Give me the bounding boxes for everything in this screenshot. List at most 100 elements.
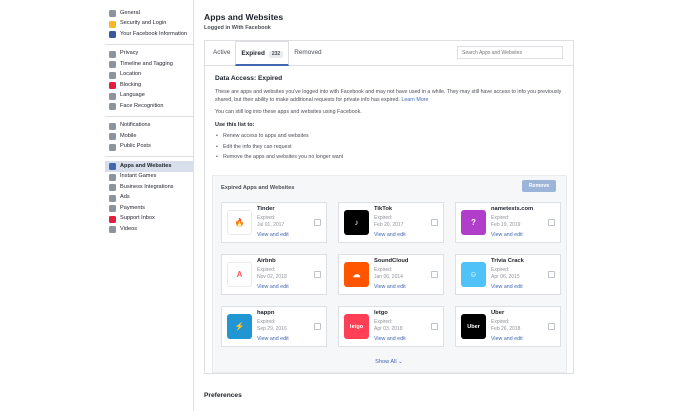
remove-button[interactable]: Remove (522, 180, 556, 192)
search-apps-input[interactable] (457, 46, 563, 59)
info-paragraph-2: You can still log into these apps and we… (215, 109, 362, 115)
select-checkbox[interactable] (431, 323, 438, 330)
apps-icon (109, 163, 116, 170)
app-card[interactable]: ☁ SoundCloud Expired: Jan 06, 2014 View and … (338, 254, 444, 295)
expired-date: Apr 06, 2015 (491, 274, 520, 280)
sidebar-item-videos[interactable]: Videos (105, 224, 193, 235)
select-checkbox[interactable] (548, 219, 555, 226)
timeline-icon (109, 61, 116, 68)
facebook-icon (109, 31, 116, 38)
sidebar-item-label: Blocking (120, 81, 142, 88)
tab-expired-label: Expired (241, 50, 265, 57)
sidebar-item-apps-and-websites[interactable]: Apps and Websites (105, 161, 193, 172)
support-icon (109, 215, 116, 223)
app-name: happn (257, 310, 275, 316)
view-and-edit-link[interactable]: View and edit (374, 336, 406, 342)
main-header: Apps and Websites Logged in With Faceboo… (204, 12, 574, 31)
airbnb-icon: A (227, 262, 252, 287)
view-and-edit-link[interactable]: View and edit (374, 284, 406, 290)
language-icon (109, 92, 116, 100)
sidebar-item-public-posts[interactable]: Public Posts (105, 142, 193, 153)
sidebar-item-language[interactable]: Language (105, 91, 193, 102)
info-section: Data Access: Expired These are apps and … (205, 66, 573, 163)
tab-active[interactable]: Active (208, 41, 235, 65)
select-checkbox[interactable] (431, 271, 438, 278)
app-name: Tinder (257, 206, 275, 212)
expired-apps-box: Expired Apps and Websites Remove 🔥 Tinder… (212, 175, 567, 373)
view-and-edit-link[interactable]: View and edit (491, 336, 523, 342)
sidebar-item-security-and-login[interactable]: Security and Login (105, 19, 193, 30)
sidebar-item-label: Your Facebook Information (120, 30, 187, 37)
select-checkbox[interactable] (431, 219, 438, 226)
expired-count-badge: 232 (268, 51, 284, 58)
globe-icon (109, 122, 116, 130)
sidebar-item-label: Public Posts (120, 143, 151, 149)
sidebar-item-ads[interactable]: Ads (105, 193, 193, 204)
location-icon (109, 71, 116, 79)
sidebar-divider (193, 0, 194, 411)
letgo-icon: letgo (344, 314, 369, 339)
sidebar-item-instant-games[interactable]: Instant Games (105, 172, 193, 183)
expired-date: Feb 19, 2019 (491, 222, 521, 228)
app-name: Uber (491, 310, 505, 316)
app-card[interactable]: 🔥 Tinder Expired: Jul 01, 2017 View and edit (221, 202, 327, 243)
app-name: TikTok (374, 206, 393, 212)
show-all-link[interactable]: Show All ⌄ (205, 359, 573, 365)
view-and-edit-link[interactable]: View and edit (257, 284, 289, 290)
app-name: nametests.com (491, 206, 534, 212)
app-card[interactable]: letgo letgo Expired: Apr 03, 2018 View and e… (338, 306, 444, 347)
sidebar-item-label: Security and Login (120, 20, 167, 26)
sidebar-item-your-facebook-information[interactable]: Your Facebook Information (105, 29, 193, 40)
expired-date: Feb 26, 2018 (491, 326, 521, 332)
sidebar-item-blocking[interactable]: Blocking (105, 80, 193, 91)
sidebar-item-face-recognition[interactable]: Face Recognition (105, 101, 193, 112)
expired-label: Expired: (491, 215, 510, 221)
select-checkbox[interactable] (314, 323, 321, 330)
expired-date: Sep 29, 2016 (257, 326, 287, 332)
sidebar-item-privacy[interactable]: Privacy (105, 49, 193, 60)
sidebar-item-label: Timeline and Tagging (120, 60, 173, 67)
sidebar-item-label: Instant Games (120, 173, 157, 179)
sidebar-group: Apps and Websites Instant Games Business I… (105, 161, 193, 239)
select-checkbox[interactable] (548, 271, 555, 278)
expired-date: Feb 20, 2017 (374, 222, 404, 228)
sidebar-item-business-integrations[interactable]: Business Integrations (105, 182, 193, 193)
trivia-crack-icon: ☺ (461, 262, 486, 287)
app-card[interactable]: ♪ TikTok Expired: Feb 20, 2017 View and edit (338, 202, 444, 243)
select-checkbox[interactable] (314, 271, 321, 278)
app-card[interactable]: A Airbnb Expired: Nov 02, 2018 View and edit (221, 254, 327, 295)
sidebar-item-label: Language (120, 92, 145, 98)
info-title: Data Access: Expired (215, 75, 283, 82)
view-and-edit-link[interactable]: View and edit (257, 232, 289, 238)
view-and-edit-link[interactable]: View and edit (491, 284, 523, 290)
app-card[interactable]: ☺ Trivia Crack Expired: Apr 06, 2015 View an… (455, 254, 561, 295)
sidebar-item-label: Privacy (120, 50, 139, 56)
tab-removed[interactable]: Removed (289, 41, 326, 65)
sidebar-item-label: Location (120, 71, 142, 77)
select-checkbox[interactable] (314, 219, 321, 226)
sidebar-item-notifications[interactable]: Notifications (105, 121, 193, 132)
sidebar-item-label: General (120, 9, 140, 16)
app-card[interactable]: ? nametests.com Expired: Feb 19, 2019 View a… (455, 202, 561, 243)
apps-panel: Active Expired232 Removed Data Access: E… (204, 40, 574, 374)
tab-expired[interactable]: Expired 232 (235, 41, 290, 66)
sidebar-item-payments[interactable]: Payments (105, 203, 193, 214)
app-card[interactable]: Uber Uber Expired: Feb 26, 2018 View and edi… (455, 306, 561, 347)
tiktok-note-icon: ♪ (344, 210, 369, 235)
tinder-flame-icon: 🔥 (227, 210, 252, 235)
sidebar-item-general[interactable]: General (105, 8, 193, 19)
sidebar-item-mobile[interactable]: Mobile (105, 131, 193, 142)
sidebar-item-support-inbox[interactable]: Support Inbox (105, 214, 193, 225)
app-card[interactable]: ⚡ happn Expired: Sep 29, 2016 View and edit (221, 306, 327, 347)
view-and-edit-link[interactable]: View and edit (491, 232, 523, 238)
learn-more-link[interactable]: Learn More (401, 97, 428, 103)
expired-label: Expired: (374, 267, 393, 273)
select-checkbox[interactable] (548, 323, 555, 330)
view-and-edit-link[interactable]: View and edit (374, 232, 406, 238)
sidebar-item-location[interactable]: Location (105, 70, 193, 81)
videos-icon (109, 226, 116, 233)
sidebar-item-timeline-and-tagging[interactable]: Timeline and Tagging (105, 59, 193, 70)
sidebar-item-label: Videos (120, 225, 138, 232)
business-icon (109, 184, 116, 191)
view-and-edit-link[interactable]: View and edit (257, 336, 289, 342)
